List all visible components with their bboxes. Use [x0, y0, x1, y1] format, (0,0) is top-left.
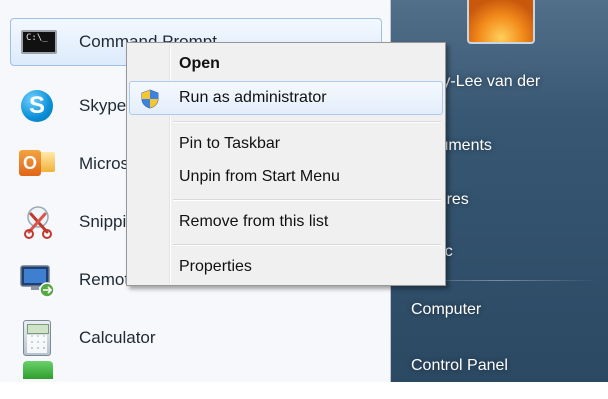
command-prompt-icon: C:\_: [15, 20, 59, 64]
menu-item-label: Unpin from Start Menu: [179, 168, 340, 185]
right-item-control-panel[interactable]: Control Panel: [391, 346, 608, 386]
user-picture-icon[interactable]: [467, 0, 535, 44]
menu-item-properties[interactable]: Properties: [129, 250, 443, 284]
menu-item-pin-to-taskbar[interactable]: Pin to Taskbar: [129, 127, 443, 161]
calculator-icon: [15, 316, 59, 360]
menu-item-label: Properties: [179, 258, 252, 275]
menu-item-unpin-from-start-menu[interactable]: Unpin from Start Menu: [129, 160, 443, 194]
program-item-partial[interactable]: [10, 361, 382, 392]
menu-item-label: Pin to Taskbar: [179, 135, 281, 152]
right-item-computer[interactable]: Computer: [391, 290, 608, 330]
right-item-label: Control Panel: [411, 357, 508, 374]
menu-item-run-as-administrator[interactable]: Run as administrator: [129, 81, 443, 115]
context-menu: Open Run as administrator Pin to Taskbar…: [126, 42, 446, 286]
menu-separator: [173, 244, 441, 246]
outlook-icon: O: [15, 142, 59, 186]
snipping-tool-icon: [15, 200, 59, 244]
menu-item-label: Open: [179, 55, 220, 72]
uac-shield-icon: [141, 89, 159, 109]
remote-desktop-icon: [15, 258, 59, 302]
menu-item-remove-from-list[interactable]: Remove from this list: [129, 205, 443, 239]
skype-icon: S: [15, 84, 59, 128]
program-label: Calculator: [79, 328, 156, 347]
program-label: Skype: [79, 96, 127, 115]
right-item-label: Computer: [411, 301, 482, 318]
menu-item-label: Remove from this list: [179, 213, 329, 230]
program-item-calculator[interactable]: Calculator: [10, 314, 382, 362]
partially-visible-program-icon: [15, 355, 59, 399]
menu-separator: [173, 121, 441, 123]
menu-separator: [173, 199, 441, 201]
menu-item-open[interactable]: Open: [129, 47, 443, 81]
menu-item-label: Run as administrator: [179, 89, 327, 106]
